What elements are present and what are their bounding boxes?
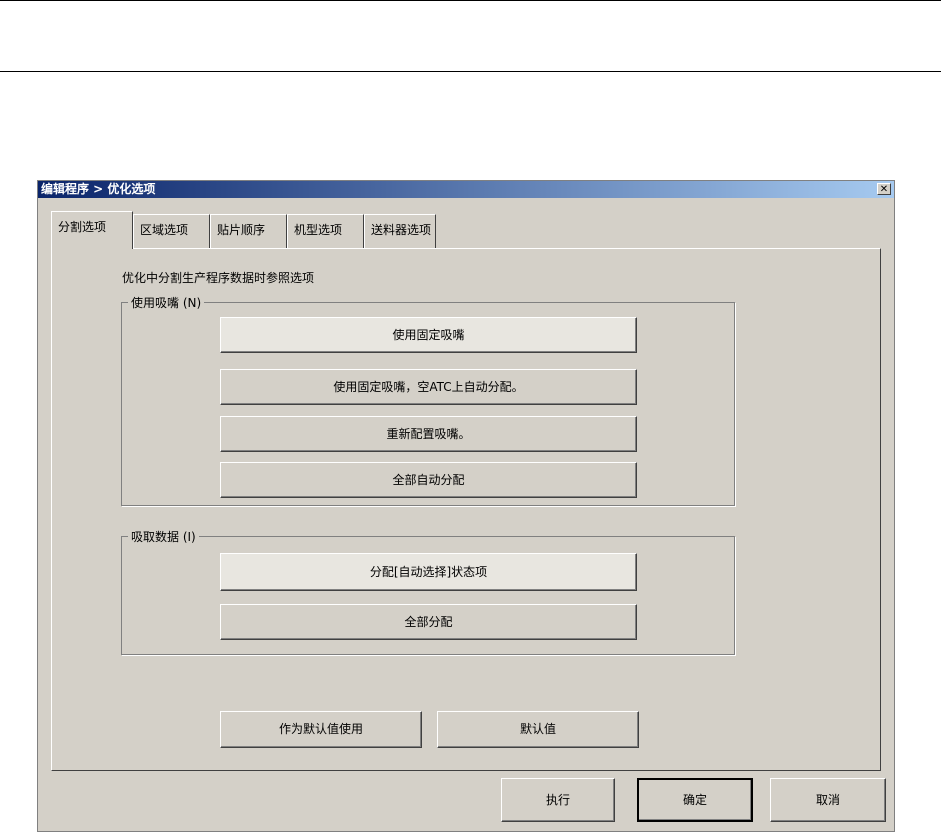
optimization-dialog: 编辑程序 > 优化选项 ✕ 分割选项 区域选项 贴片顺序 机型选项 送料器选项 … [37,180,895,832]
assign-all-button[interactable]: 全部分配 [220,604,637,640]
close-icon[interactable]: ✕ [877,183,891,195]
auto-assign-all-button[interactable]: 全部自动分配 [220,462,637,498]
default-button[interactable]: 默认值 [437,711,639,748]
reconfigure-nozzle-button[interactable]: 重新配置吸嘴。 [220,416,637,452]
tab-machine-type[interactable]: 机型选项 [287,214,364,248]
tab-placement-order[interactable]: 贴片顺序 [210,214,287,248]
description: 优化中分割生产程序数据时参照选项 [122,271,315,285]
cancel-button[interactable]: 取消 [770,778,886,822]
pickup-group-label: 吸取数据 (I) [128,528,199,545]
ok-button[interactable]: 确定 [637,778,753,822]
fixed-nozzle-button[interactable]: 使用固定吸嘴 [220,317,637,353]
use-as-default-button[interactable]: 作为默认值使用 [220,711,422,748]
tab-split[interactable]: 分割选项 [51,211,133,249]
title-bar: 编辑程序 > 优化选项 ✕ [38,181,894,198]
assign-auto-select-button[interactable]: 分配[自动选择]状态项 [220,553,637,591]
tab-panel: 优化中分割生产程序数据时参照选项 使用吸嘴 (N) 使用固定吸嘴 使用固定吸嘴，… [51,248,881,771]
dialog-title: 编辑程序 > 优化选项 [41,182,156,196]
execute-button[interactable]: 执行 [501,778,615,822]
tab-feeder[interactable]: 送料器选项 [364,214,436,248]
nozzle-group-label: 使用吸嘴 (N) [128,294,205,311]
fixed-nozzle-atc-button[interactable]: 使用固定吸嘴，空ATC上自动分配。 [220,369,637,405]
tab-area[interactable]: 区域选项 [133,214,210,248]
